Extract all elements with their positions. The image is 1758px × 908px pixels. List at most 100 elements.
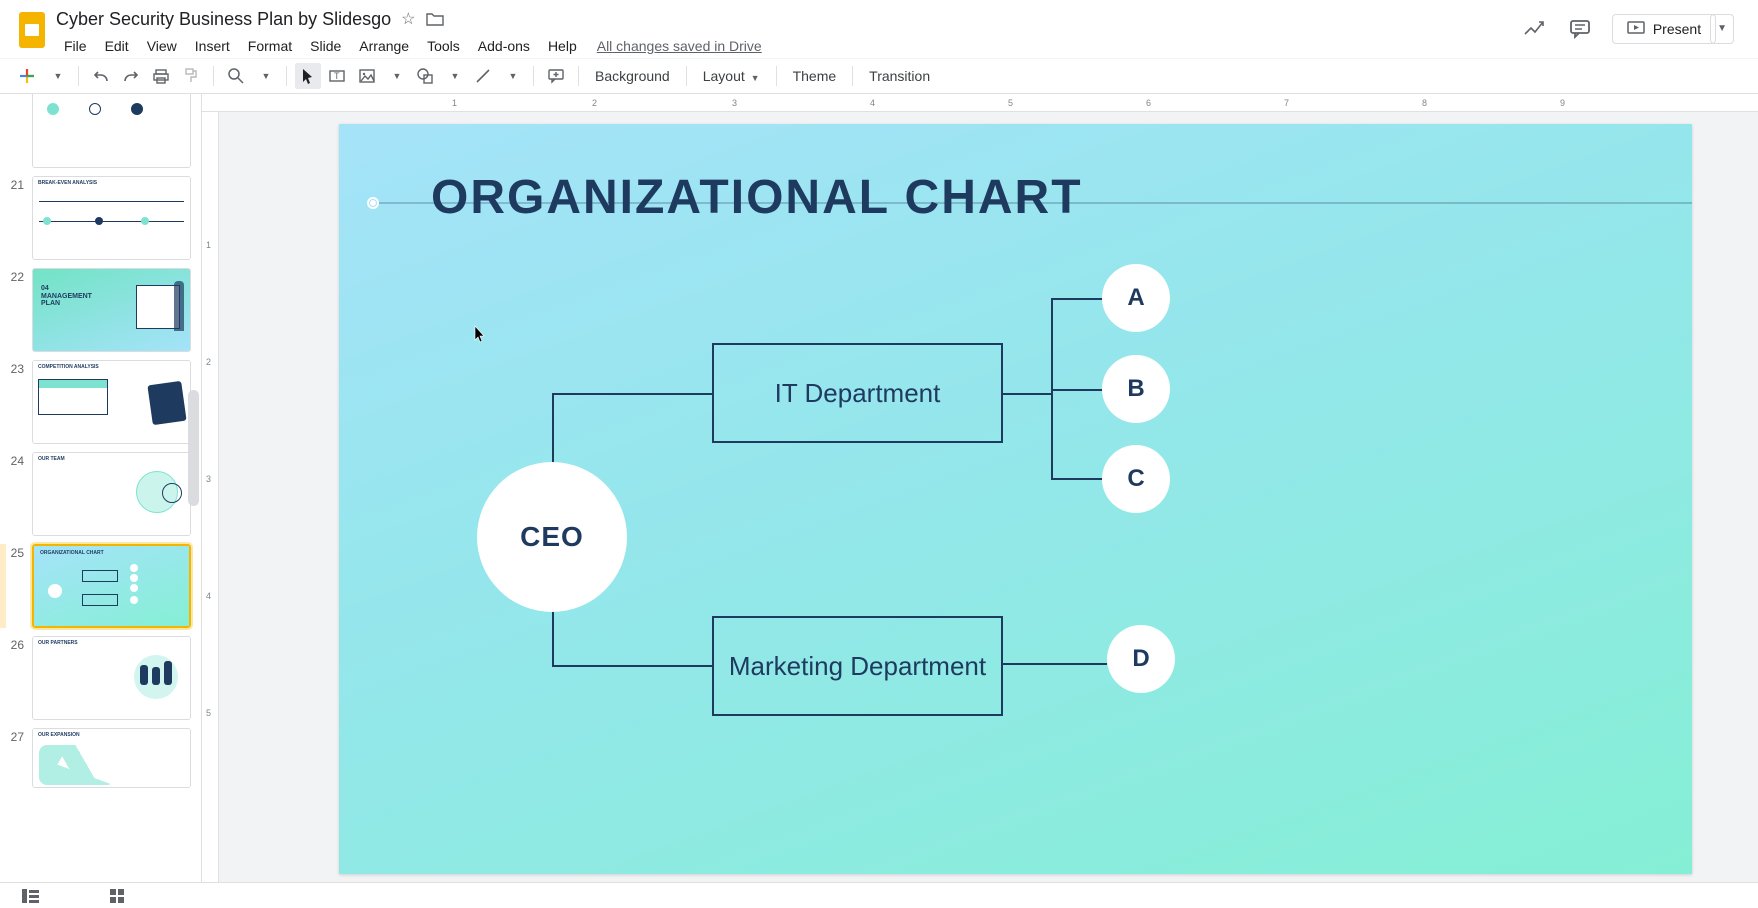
menubar: File Edit View Insert Format Slide Arran… <box>56 30 1520 58</box>
thumb-title: OUR EXPANSION <box>38 732 80 738</box>
menu-slide[interactable]: Slide <box>302 34 349 58</box>
separator <box>578 66 579 86</box>
slide-number: 21 <box>0 176 32 260</box>
background-button[interactable]: Background <box>587 64 678 88</box>
slide-thumb-20[interactable]: ADVERTISING AND PROMOTION <box>32 94 191 168</box>
activity-icon[interactable] <box>1520 15 1548 43</box>
org-connector[interactable] <box>552 665 712 667</box>
org-connector[interactable] <box>1051 298 1103 300</box>
menu-format[interactable]: Format <box>240 34 300 58</box>
separator <box>78 66 79 86</box>
zoom-dropdown[interactable]: ▼ <box>252 63 278 89</box>
slide-thumb-27[interactable]: OUR EXPANSION <box>32 728 191 788</box>
slide-number: 27 <box>0 728 32 788</box>
menu-arrange[interactable]: Arrange <box>351 34 417 58</box>
status-bar <box>0 882 1758 908</box>
thumb-title: COMPETITION ANALYSIS <box>38 364 99 370</box>
separator <box>852 66 853 86</box>
image-dropdown[interactable]: ▼ <box>383 63 409 89</box>
org-connector[interactable] <box>1003 393 1051 395</box>
separator <box>686 66 687 86</box>
shape-tool[interactable] <box>411 63 439 89</box>
separator <box>776 66 777 86</box>
filmstrip[interactable]: ADVERTISING AND PROMOTION 21 BREAK-EVEN … <box>0 94 202 882</box>
slides-logo[interactable] <box>12 10 52 50</box>
line-dropdown[interactable]: ▼ <box>499 63 525 89</box>
print-button[interactable] <box>147 63 175 89</box>
thumb-title: BREAK-EVEN ANALYSIS <box>38 180 97 186</box>
menu-tools[interactable]: Tools <box>419 34 468 58</box>
save-status[interactable]: All changes saved in Drive <box>597 38 762 54</box>
org-connector[interactable] <box>552 393 712 395</box>
org-node-b[interactable]: B <box>1102 355 1170 423</box>
svg-text:T: T <box>334 71 340 81</box>
image-tool[interactable] <box>353 63 381 89</box>
vertical-ruler: 1 2 3 4 5 <box>202 94 219 882</box>
separator <box>213 66 214 86</box>
org-connector[interactable] <box>1051 389 1103 391</box>
move-to-folder-icon[interactable] <box>426 12 444 26</box>
transition-button[interactable]: Transition <box>861 64 938 88</box>
slide-thumb-25[interactable]: ORGANIZATIONAL CHART <box>32 544 191 628</box>
menu-file[interactable]: File <box>56 34 95 58</box>
redo-button[interactable] <box>117 63 145 89</box>
slide-thumb-23[interactable]: COMPETITION ANALYSIS <box>32 360 191 444</box>
filmstrip-view-icon[interactable] <box>22 889 40 903</box>
org-node-d[interactable]: D <box>1107 625 1175 693</box>
slide-number: 26 <box>0 636 32 720</box>
undo-button[interactable] <box>87 63 115 89</box>
doc-title[interactable]: Cyber Security Business Plan by Slidesgo <box>56 9 391 30</box>
mouse-cursor <box>474 325 488 343</box>
slide-thumb-24[interactable]: OUR TEAM <box>32 452 191 536</box>
horizontal-ruler: 1 2 3 4 5 6 7 8 9 <box>202 94 1758 112</box>
star-icon[interactable]: ☆ <box>401 9 415 29</box>
toolbar: ▼ ▼ T ▼ ▼ ▼ Background Layout ▼ Theme Tr <box>0 58 1758 94</box>
present-dropdown[interactable]: ▼ <box>1710 14 1734 44</box>
thumb-title: OUR TEAM <box>38 456 65 462</box>
canvas[interactable]: 1 2 3 4 5 1 2 3 4 5 6 7 8 9 ORGANIZATION… <box>202 94 1758 882</box>
slide-number: 22 <box>0 268 32 352</box>
org-node-a[interactable]: A <box>1102 264 1170 332</box>
menu-addons[interactable]: Add-ons <box>470 34 538 58</box>
comments-icon[interactable] <box>1566 15 1594 43</box>
slide-editor[interactable]: ORGANIZATIONAL CHART CEO IT Department M… <box>339 124 1692 874</box>
slide-thumb-22[interactable]: 04MANAGEMENTPLAN <box>32 268 191 352</box>
menu-view[interactable]: View <box>139 34 185 58</box>
textbox-tool[interactable]: T <box>323 63 351 89</box>
slide-title-text[interactable]: ORGANIZATIONAL CHART <box>431 170 1083 225</box>
new-slide-dropdown[interactable]: ▼ <box>44 63 70 89</box>
filmstrip-scrollbar[interactable] <box>188 390 199 506</box>
org-node-c[interactable]: C <box>1102 445 1170 513</box>
menu-edit[interactable]: Edit <box>97 34 137 58</box>
thumb-title: OUR PARTNERS <box>38 640 78 646</box>
org-connector[interactable] <box>1003 663 1107 665</box>
separator <box>533 66 534 86</box>
layout-button[interactable]: Layout ▼ <box>695 64 768 88</box>
paint-format-button[interactable] <box>177 63 205 89</box>
present-label: Present <box>1653 21 1701 37</box>
slide-number: 23 <box>0 360 32 444</box>
present-button[interactable]: Present <box>1612 14 1716 44</box>
org-node-it[interactable]: IT Department <box>712 343 1003 443</box>
menu-help[interactable]: Help <box>540 34 585 58</box>
select-tool[interactable] <box>295 63 321 89</box>
menu-insert[interactable]: Insert <box>187 34 238 58</box>
slide-thumb-26[interactable]: OUR PARTNERS <box>32 636 191 720</box>
slide-number: 24 <box>0 452 32 536</box>
present-icon <box>1627 21 1645 37</box>
thumb-title: ORGANIZATIONAL CHART <box>40 550 104 556</box>
org-connector[interactable] <box>1051 478 1103 480</box>
theme-button[interactable]: Theme <box>785 64 845 88</box>
org-node-marketing[interactable]: Marketing Department <box>712 616 1003 716</box>
org-node-ceo[interactable]: CEO <box>477 462 627 612</box>
title-dot <box>367 197 379 209</box>
separator <box>286 66 287 86</box>
slide-thumb-21[interactable]: BREAK-EVEN ANALYSIS <box>32 176 191 260</box>
slide-number <box>0 94 32 168</box>
zoom-button[interactable] <box>222 63 250 89</box>
line-tool[interactable] <box>469 63 497 89</box>
comment-tool[interactable] <box>542 63 570 89</box>
grid-view-icon[interactable] <box>110 889 124 903</box>
shape-dropdown[interactable]: ▼ <box>441 63 467 89</box>
new-slide-button[interactable] <box>12 63 42 89</box>
